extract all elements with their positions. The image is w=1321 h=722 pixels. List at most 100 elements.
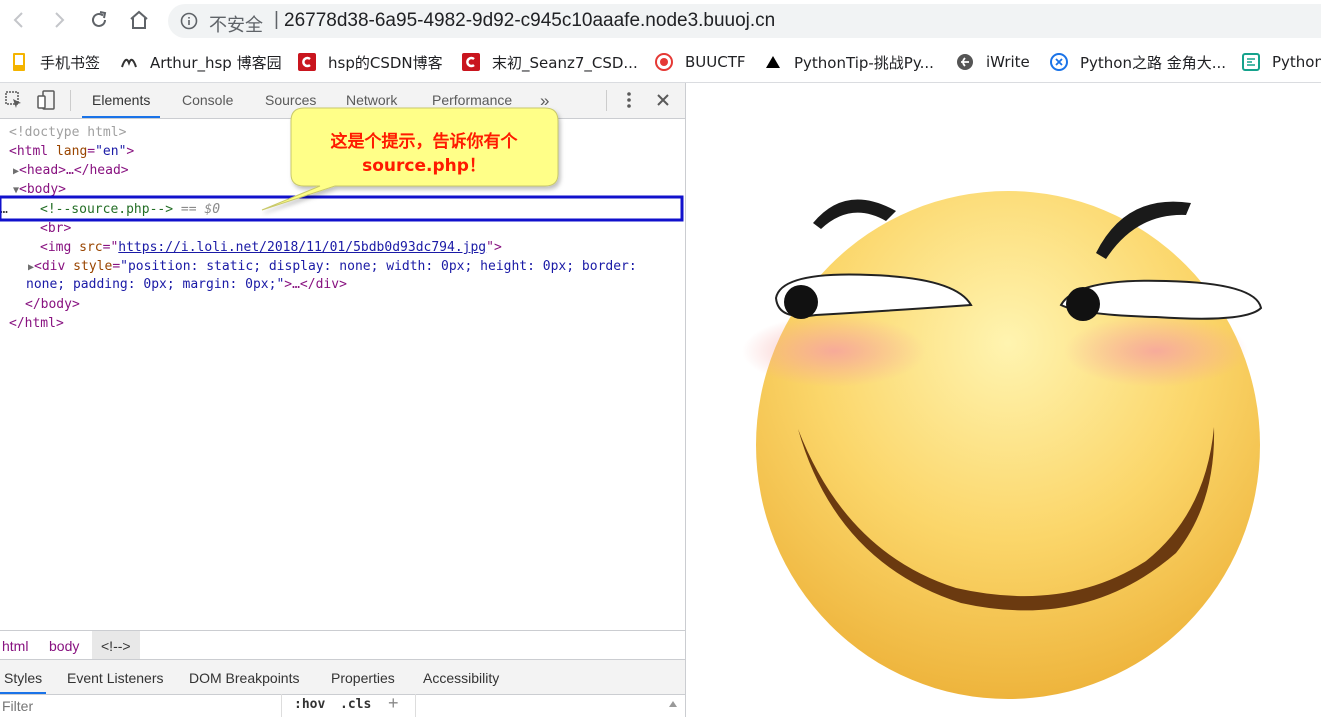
omnibox[interactable]: 不安全 | 26778d38-6a95-4982-9d92-c945c10aaa… (168, 4, 1321, 38)
dom-tree: <!doctype html> <html lang="en"> ▶<head>… (0, 119, 685, 629)
url-text[interactable]: 26778d38-6a95-4982-9d92-c945c10aaafe.nod… (284, 10, 775, 32)
tab-styles[interactable]: Styles (0, 660, 47, 694)
bookmark-python-road[interactable]: Python之路 金角大... (1050, 50, 1226, 74)
add-rule-button[interactable]: + (388, 693, 399, 714)
tab-console[interactable]: Console (182, 83, 233, 118)
bookmark-label: Python (1272, 53, 1321, 71)
dom-html-close[interactable]: </html> (9, 314, 64, 333)
tab-dom-breakpoints[interactable]: DOM Breakpoints (189, 660, 299, 694)
back-button[interactable] (5, 6, 33, 34)
bookmark-mobile-icon (10, 53, 28, 71)
bookmarks-bar: 手机书签 Arthur_hsp 博客园 hsp的CSDN博客 末初_Seanz7… (0, 42, 1321, 83)
tab-elements[interactable]: Elements (82, 83, 161, 118)
bookmark-arthur[interactable]: Arthur_hsp 博客园 (120, 50, 282, 74)
tab-properties[interactable]: Properties (331, 660, 395, 694)
triangle-icon (764, 53, 782, 71)
div-style-value-cont: none; padding: 0px; margin: 0px;" (26, 277, 285, 292)
forward-button[interactable] (45, 6, 73, 34)
bookmark-label: iWrite (986, 53, 1030, 71)
address-bar: 不安全 | 26778d38-6a95-4982-9d92-c945c10aaa… (0, 0, 1321, 42)
devtools-panel: Elements Console Sources Network Perform… (0, 83, 686, 717)
html-lang-attr: lang (55, 144, 88, 159)
bookmark-pythontip[interactable]: PythonTip-挑战Py... (764, 50, 934, 74)
close-icon[interactable] (656, 93, 670, 107)
tab-event-listeners[interactable]: Event Listeners (67, 660, 164, 694)
bookmark-iwrite[interactable]: iWrite (956, 50, 1030, 74)
styles-subtabs: Styles Event Listeners DOM Breakpoints P… (0, 659, 685, 695)
filter-divider (415, 694, 416, 717)
dom-br[interactable]: <br> (40, 219, 71, 238)
dom-html-open[interactable]: <html lang="en"> (9, 142, 134, 161)
dom-div-cont[interactable]: none; padding: 0px; margin: 0px;">…</div… (26, 275, 347, 294)
security-label: 不安全 (209, 15, 263, 36)
csdn-icon (462, 53, 480, 71)
bookmark-label: PythonTip-挑战Py... (794, 53, 934, 72)
html-lang-value: "en" (95, 144, 127, 159)
bookmark-mobile[interactable]: 手机书签 (10, 50, 100, 74)
cnblogs-icon (120, 53, 138, 71)
head-collapsed: <head>…</head> (19, 163, 129, 178)
breadcrumb-comment[interactable]: <!--> (92, 631, 140, 659)
dom-comment-selected[interactable]: <!--source.php--> == $0 (40, 200, 220, 219)
toolbar-divider (606, 90, 607, 111)
div-tag: div (41, 259, 66, 274)
more-tabs-button[interactable]: » (540, 83, 549, 118)
reload-button[interactable] (85, 6, 113, 34)
ellipsis-icon[interactable]: … (0, 200, 8, 219)
tab-sources[interactable]: Sources (265, 83, 316, 118)
tab-accessibility[interactable]: Accessibility (423, 660, 499, 694)
breadcrumb: html body <!--> (0, 630, 685, 659)
img-src-link[interactable]: https://i.loli.net/2018/11/01/5bdb0d93dc… (118, 240, 486, 255)
breadcrumb-html[interactable]: html (2, 631, 28, 659)
python-road-icon (1050, 53, 1068, 71)
forward-arrow-icon (55, 12, 65, 28)
html-tag: html (16, 144, 49, 159)
img-src-attr: src (79, 240, 103, 255)
dom-body-close[interactable]: </body> (25, 295, 80, 314)
styles-filter-bar: :hov .cls + (0, 693, 685, 717)
bookmark-label: Arthur_hsp 博客园 (150, 53, 282, 72)
tab-network[interactable]: Network (346, 83, 397, 118)
bookmark-label: hsp的CSDN博客 (328, 53, 443, 72)
inspect-element-icon[interactable] (5, 91, 23, 109)
url-separator: | (274, 9, 279, 30)
bookmark-label: 手机书签 (40, 53, 101, 72)
back-arrow-icon (13, 12, 23, 28)
filter-divider (281, 694, 282, 717)
tab-performance[interactable]: Performance (432, 83, 512, 118)
page-viewport (686, 83, 1321, 717)
info-icon[interactable] (180, 12, 198, 30)
smiley-face-image (742, 191, 1263, 699)
home-button[interactable] (125, 6, 153, 34)
dom-div[interactable]: ▶<div style="position: static; display: … (28, 257, 637, 276)
devtools-toolbar: Elements Console Sources Network Perform… (0, 83, 685, 119)
source-comment: <!--source.php--> (40, 202, 174, 217)
reload-icon (92, 11, 107, 27)
python-icon (1242, 53, 1260, 71)
dom-doctype[interactable]: <!doctype html> (9, 123, 126, 142)
img-tag: img (47, 240, 72, 255)
bookmark-label: BUUCTF (685, 53, 746, 71)
breadcrumb-body[interactable]: body (49, 631, 79, 659)
dom-img[interactable]: <img src="https://i.loli.net/2018/11/01/… (40, 238, 502, 257)
home-icon (130, 10, 148, 29)
filter-input[interactable] (0, 696, 284, 716)
bookmark-label: Python之路 金角大... (1080, 53, 1227, 72)
hov-button[interactable]: :hov (294, 697, 325, 712)
bookmark-seanz7[interactable]: 末初_Seanz7_CSD... (462, 50, 638, 74)
bookmark-python[interactable]: Python (1242, 50, 1321, 74)
div-style-value: "position: static; display: none; width:… (120, 259, 637, 274)
cls-button[interactable]: .cls (340, 697, 371, 712)
bookmark-hsp-csdn[interactable]: hsp的CSDN博客 (298, 50, 443, 74)
dom-body-open[interactable]: ▼<body> (13, 180, 66, 199)
kebab-menu-icon[interactable] (622, 91, 636, 109)
toolbar-divider (70, 90, 71, 111)
selected-marker: == $0 (173, 202, 221, 217)
dom-head[interactable]: ▶<head>…</head> (13, 161, 129, 180)
bookmark-label: 末初_Seanz7_CSD... (492, 53, 638, 72)
iwrite-icon (956, 53, 974, 71)
scroll-up-arrow-icon[interactable] (668, 700, 678, 708)
bookmark-buuctf[interactable]: BUUCTF (655, 50, 746, 74)
buuctf-icon (655, 53, 673, 71)
device-toolbar-icon[interactable] (37, 90, 55, 110)
